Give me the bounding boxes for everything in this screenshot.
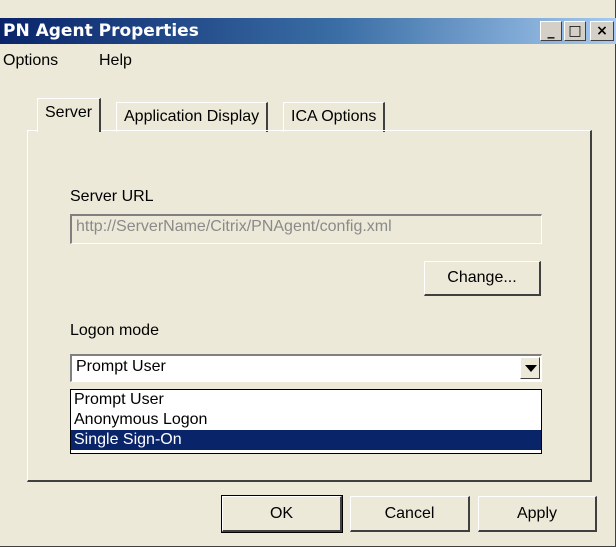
title-bar[interactable]: PN Agent Properties _ □ × (0, 18, 616, 44)
logon-mode-dropdown-list: Prompt User Anonymous Logon Single Sign-… (70, 389, 542, 454)
menu-help[interactable]: Help (99, 52, 132, 70)
ok-button[interactable]: OK (221, 495, 343, 533)
tab-server[interactable]: Server (37, 98, 102, 132)
logon-mode-select[interactable]: Prompt User (70, 354, 542, 382)
dropdown-arrow-icon[interactable] (520, 357, 540, 379)
server-url-value: http://ServerName/Citrix/PNAgent/config.… (76, 218, 392, 235)
maximize-icon: □ (568, 23, 582, 39)
minimize-button[interactable]: _ (540, 21, 562, 41)
logon-mode-selected-value: Prompt User (76, 358, 166, 375)
window-title: PN Agent Properties (3, 21, 199, 41)
server-url-label: Server URL (70, 188, 154, 205)
menu-bar: Options Help (0, 48, 616, 74)
change-button[interactable]: Change... (424, 261, 541, 296)
minimize-icon: _ (547, 23, 555, 39)
tab-application-display[interactable]: Application Display (116, 102, 269, 132)
option-single-sign-on[interactable]: Single Sign-On (71, 430, 541, 450)
apply-button[interactable]: Apply (478, 496, 597, 532)
option-anonymous-logon[interactable]: Anonymous Logon (71, 410, 541, 430)
option-prompt-user[interactable]: Prompt User (71, 390, 541, 410)
server-url-field: http://ServerName/Citrix/PNAgent/config.… (70, 214, 542, 244)
properties-window: PN Agent Properties _ □ × Options Help S… (0, 0, 616, 547)
menu-options[interactable]: Options (3, 52, 58, 70)
logon-mode-label: Logon mode (70, 322, 159, 339)
maximize-button[interactable]: □ (564, 21, 586, 41)
close-button[interactable]: × (590, 21, 614, 41)
close-icon: × (596, 23, 608, 39)
tab-ica-options[interactable]: ICA Options (283, 102, 386, 132)
cancel-button[interactable]: Cancel (350, 496, 470, 532)
